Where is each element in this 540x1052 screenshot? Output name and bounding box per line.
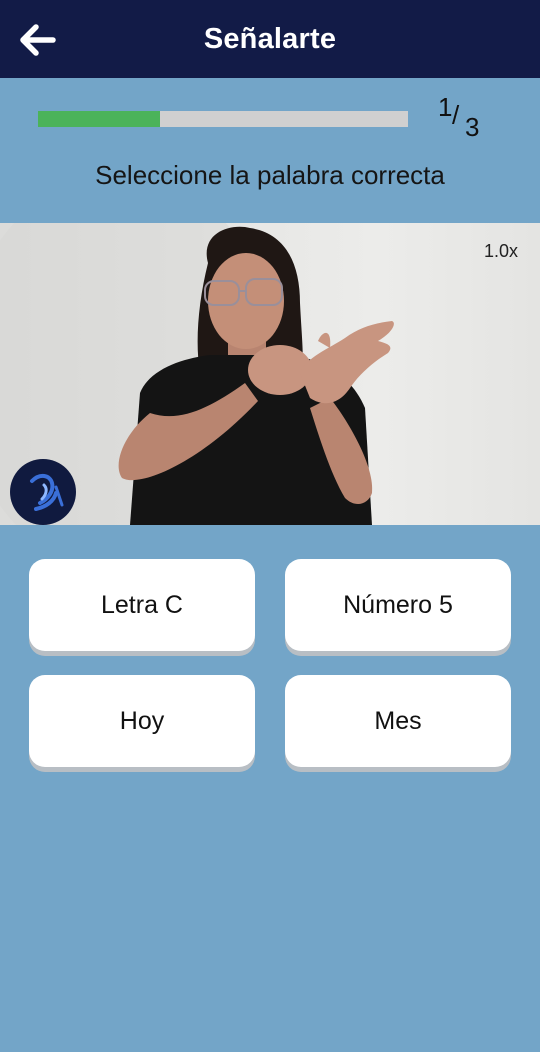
option-button-1[interactable]: Letra C (29, 559, 255, 651)
playback-speed-button[interactable]: 1.0x (484, 241, 518, 262)
option-button-4[interactable]: Mes (285, 675, 511, 767)
progress-bar-fill (38, 111, 161, 127)
app-bar: Señalarte (0, 0, 540, 78)
progress-current: 1 (438, 92, 453, 122)
app-title: Señalarte (203, 23, 337, 55)
hand-logo-icon (10, 459, 76, 525)
progress-bar (38, 111, 408, 127)
progress-separator: / (452, 100, 460, 130)
sign-video-player[interactable]: 1.0x (0, 223, 540, 525)
option-button-2[interactable]: Número 5 (285, 559, 511, 651)
progress-total: 3 (465, 112, 480, 142)
progress-counter: 1 / 3 (430, 92, 500, 142)
option-button-3[interactable]: Hoy (29, 675, 255, 767)
signer-figure (0, 223, 394, 525)
question-instruction: Seleccione la palabra correcta (95, 160, 445, 190)
